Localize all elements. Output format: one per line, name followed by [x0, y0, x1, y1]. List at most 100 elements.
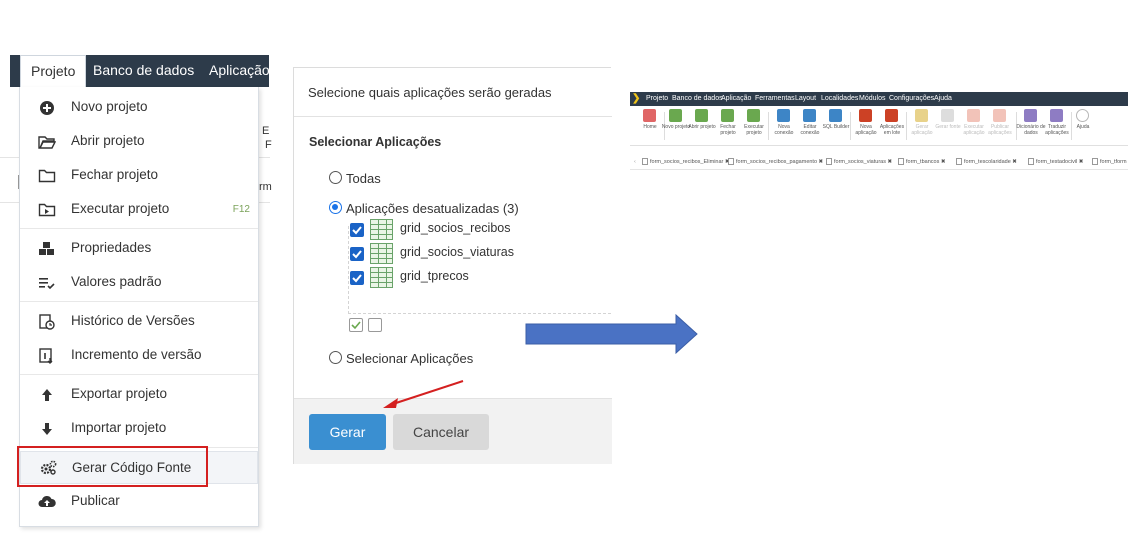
- cubes-icon: [39, 242, 54, 255]
- radio-desatualizadas[interactable]: [329, 201, 342, 214]
- tool-label: Aplicações em lote: [879, 124, 905, 136]
- play-folder-icon: [38, 203, 56, 217]
- edit-connection-icon: [803, 109, 816, 122]
- mini-menu-item[interactable]: Ferramentas: [755, 93, 795, 104]
- mini-menu-item[interactable]: Módulos: [859, 93, 885, 104]
- menu-item-incremento-versao[interactable]: Incremento de versão: [20, 341, 258, 371]
- generate-app-icon: [915, 109, 928, 122]
- tab-item[interactable]: form_socios_recibos_Eliminar ✖: [642, 157, 730, 169]
- radio-label-selecionar: Selecionar Aplicações: [346, 351, 474, 366]
- menu-item-label: Executar projeto: [71, 201, 170, 216]
- dialog-title: Selecione quais aplicações serão geradas: [308, 85, 552, 100]
- new-connection-icon: [777, 109, 790, 122]
- menubar-edge: [10, 55, 20, 87]
- menu-item-fechar-projeto[interactable]: Fechar projeto: [20, 161, 258, 191]
- main-menubar: Projeto Banco de dados Aplicação: [10, 55, 270, 87]
- dialog-footer: Gerar Cancelar: [294, 398, 612, 464]
- dialog-subtitle: Selecionar Aplicações: [309, 135, 442, 149]
- home-icon: [643, 109, 656, 122]
- menu-item-label: Exportar projeto: [71, 386, 168, 401]
- translate-apps-icon: [1050, 109, 1063, 122]
- menu-item-executar-projeto[interactable]: Executar projeto F12: [20, 195, 258, 225]
- mini-menu-item[interactable]: Projeto: [646, 93, 668, 104]
- menu-aplicacao[interactable]: Aplicação: [199, 55, 280, 87]
- check-all-button[interactable]: [349, 318, 363, 332]
- tool-sql-builder[interactable]: SQL Builder: [821, 109, 851, 145]
- tab-label: form_testadocivil: [1036, 159, 1078, 165]
- tool-ajuda[interactable]: Ajuda: [1068, 109, 1098, 145]
- mini-tab-bar: ‹ form_socios_recibos_Eliminar ✖ form_so…: [630, 154, 1128, 170]
- tool-publicar-aplicacoes[interactable]: Publicar aplicações: [985, 109, 1015, 145]
- menu-item-label: Propriedades: [71, 240, 152, 255]
- form-icon: [956, 158, 962, 166]
- highlight-annotation-box: [17, 446, 208, 487]
- tool-label: Executar projeto: [744, 124, 764, 136]
- tab-item[interactable]: form_tbancos ✖: [898, 157, 945, 169]
- app-preview: ❯ Projeto Banco de dados Aplicação Ferra…: [630, 92, 1128, 174]
- menu-item-valores-padrao[interactable]: Valores padrão: [20, 268, 258, 298]
- cancel-button[interactable]: Cancelar: [393, 414, 489, 450]
- menu-separator: [20, 228, 258, 229]
- plus-circle-icon: [40, 101, 54, 115]
- menu-banco-de-dados[interactable]: Banco de dados: [83, 55, 204, 87]
- radio-todas[interactable]: [329, 171, 342, 184]
- mini-menubar: ❯ Projeto Banco de dados Aplicação Ferra…: [630, 92, 1128, 106]
- form-icon: [1092, 158, 1098, 166]
- arrow-up-icon: [42, 389, 52, 401]
- menu-projeto[interactable]: Projeto: [20, 55, 87, 87]
- radio-selecionar[interactable]: [329, 351, 342, 364]
- radio-label-desatualizadas: Aplicações desatualizadas (3): [346, 201, 519, 216]
- version-history-icon: [39, 314, 55, 330]
- help-icon: [1076, 109, 1089, 122]
- menu-item-exportar-projeto[interactable]: Exportar projeto: [20, 380, 258, 410]
- menu-item-label: Publicar: [71, 493, 120, 508]
- folder-icon: [38, 169, 56, 183]
- mini-menu-item[interactable]: Configurações: [889, 93, 934, 104]
- generate-button[interactable]: Gerar: [309, 414, 386, 450]
- menu-item-abrir-projeto[interactable]: Abrir projeto: [20, 127, 258, 157]
- open-project-icon: [695, 109, 708, 122]
- tool-label: SQL Builder: [822, 124, 850, 130]
- background-text: E: [262, 125, 270, 137]
- uncheck-all-button[interactable]: [368, 318, 382, 332]
- tab-label: form_socios_recibos_Eliminar: [650, 159, 724, 165]
- chevron-right-icon: ❯: [632, 93, 641, 104]
- tab-item[interactable]: form_socios_recibos_pagamento ✖: [728, 157, 823, 169]
- tab-label: form_socios_recibos_pagamento: [736, 159, 818, 165]
- menu-item-label: Abrir projeto: [71, 133, 145, 148]
- tool-executar-projeto[interactable]: Executar projeto: [739, 109, 769, 145]
- tab-item[interactable]: form_socios_viaturas ✖: [826, 157, 892, 169]
- menu-item-label: Fechar projeto: [71, 167, 159, 182]
- menu-item-novo-projeto[interactable]: Novo projeto: [20, 93, 258, 123]
- tab-scroll-left[interactable]: ‹: [634, 157, 636, 169]
- list-check-icon: [39, 278, 55, 290]
- apps-list-border: [348, 226, 611, 314]
- cloud-upload-icon: [38, 495, 56, 507]
- generate-source-icon: [941, 109, 954, 122]
- menu-item-importar-projeto[interactable]: Importar projeto: [20, 414, 258, 444]
- close-project-icon: [721, 109, 734, 122]
- form-icon: [642, 158, 648, 166]
- menu-separator: [20, 374, 258, 375]
- mini-menu-item[interactable]: Layout: [795, 93, 816, 104]
- tool-aplicacoes-em-lote[interactable]: Aplicações em lote: [877, 109, 907, 145]
- menu-item-historico-versoes[interactable]: Histórico de Versões: [20, 307, 258, 337]
- tab-item[interactable]: form_tescolaridade ✖: [956, 157, 1017, 169]
- mini-menu-item[interactable]: Banco de dados: [672, 93, 723, 104]
- tab-item[interactable]: form_testadocivil ✖: [1028, 157, 1083, 169]
- dialog-divider: [294, 116, 612, 117]
- menu-item-propriedades[interactable]: Propriedades: [20, 234, 258, 264]
- mini-menu-item[interactable]: Localidades: [821, 93, 858, 104]
- mini-menu-item[interactable]: Aplicação: [721, 93, 751, 104]
- form-icon: [728, 158, 734, 166]
- background-text: rm: [259, 181, 272, 193]
- menu-item-label: Importar projeto: [71, 420, 167, 435]
- menu-item-publicar[interactable]: Publicar: [20, 487, 258, 517]
- tab-label: form_socios_viaturas: [834, 159, 886, 165]
- menu-item-label: Novo projeto: [71, 99, 148, 114]
- tab-item[interactable]: form_tform: [1092, 157, 1127, 169]
- new-app-icon: [859, 109, 872, 122]
- mini-menu-item[interactable]: Ajuda: [934, 93, 952, 104]
- mini-toolbar: Home Novo projeto Abrir projeto Fechar p…: [630, 106, 1128, 146]
- background-text: F: [265, 139, 272, 151]
